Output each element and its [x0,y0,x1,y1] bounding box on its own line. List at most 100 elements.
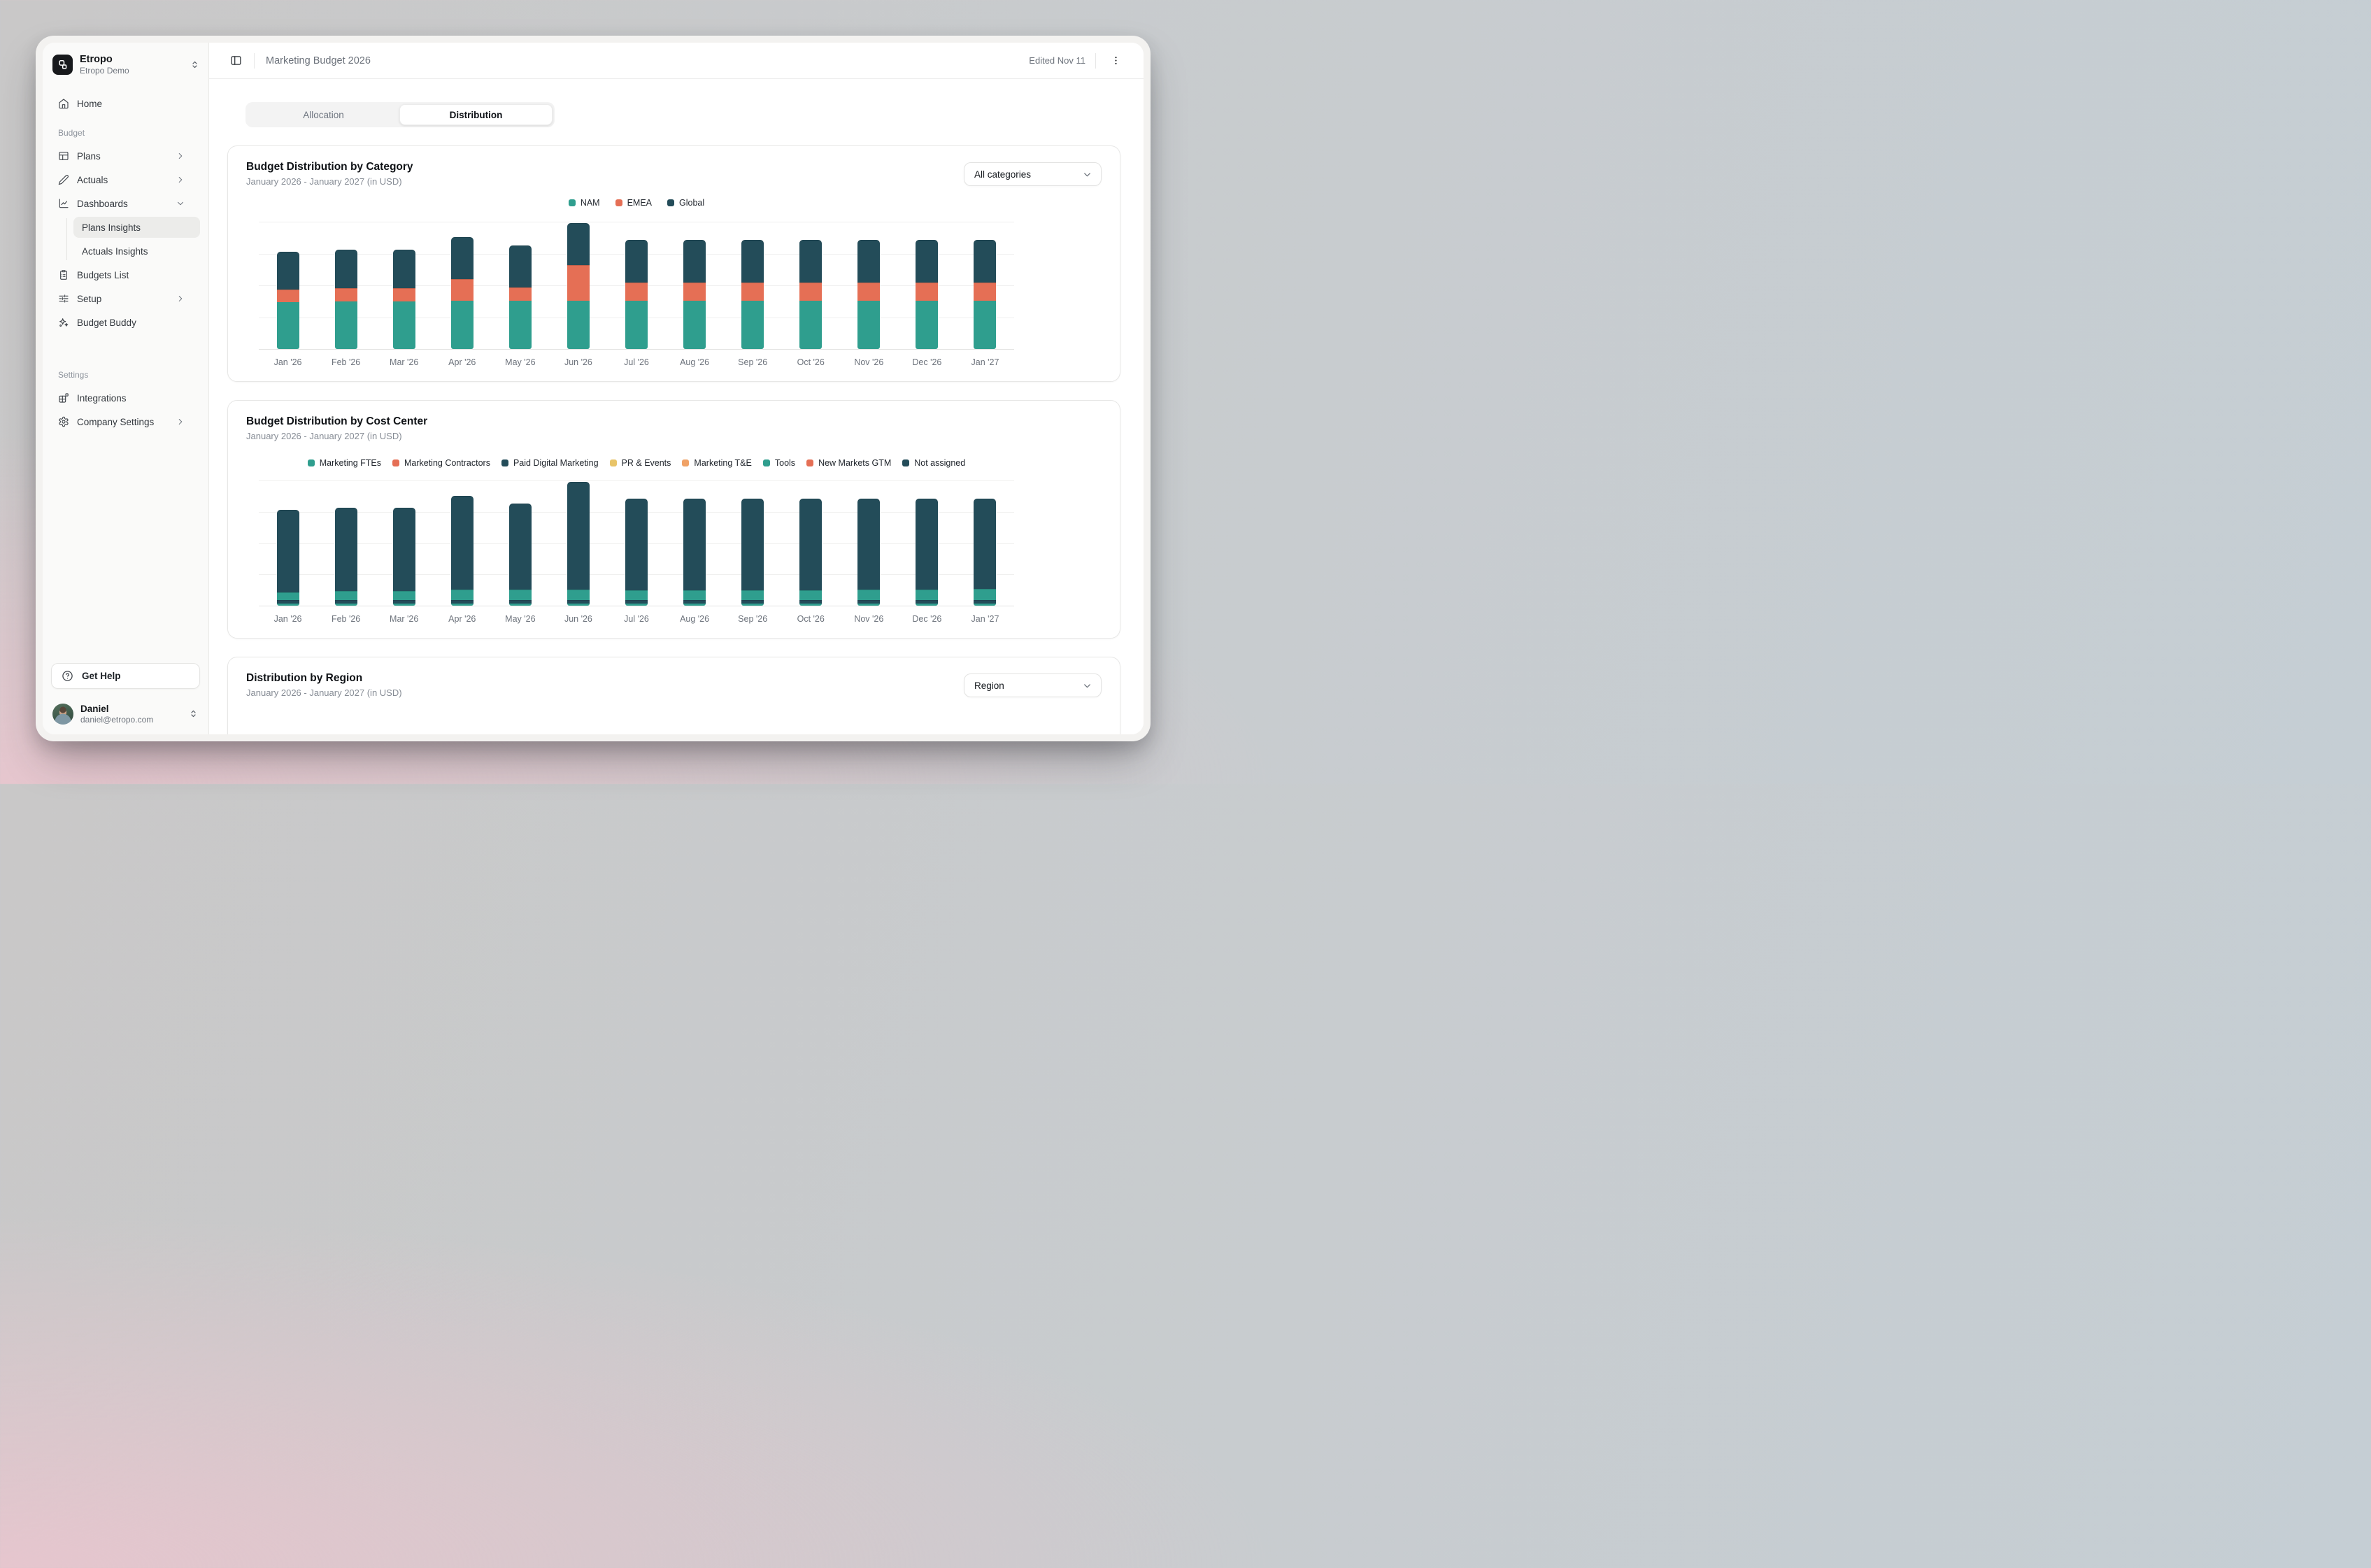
x-axis-tick-label: Feb '26 [331,614,361,624]
region-filter-value: Region [974,680,1004,691]
x-axis-tick-label: Apr '26 [448,357,476,367]
bar-segment-marketing-ftes [334,603,357,606]
x-axis-tick-label: Feb '26 [331,357,361,367]
bar-segment-not-assigned [799,498,823,591]
get-help-label: Get Help [82,671,121,681]
sidebar-item-integrations[interactable]: Integrations [51,387,200,408]
x-axis-labels: Jan '26 Feb '26 Mar '26 Apr '26 May '26 Jun '… [259,357,1014,367]
sidebar-item-label: Plans [77,150,101,162]
sidebar-subtree-dashboards: Plans Insights Actuals Insights [66,217,200,262]
bar-segment-emea [276,290,299,302]
divider [254,52,255,69]
avatar [52,703,73,725]
legend-label: PR & Events [621,458,671,468]
stacked-bar-feb-26 [334,508,357,606]
chevron-right-icon [176,151,185,161]
chevrons-up-down-icon [188,708,199,719]
chevron-down-icon [1082,169,1092,180]
chevron-right-icon [176,294,185,304]
stacked-bar-dec-26 [916,240,939,349]
sidebar-item-setup[interactable]: Setup [51,288,200,309]
org-switcher[interactable]: Etropo Etropo Demo [51,53,200,76]
bar-segment-nam [974,301,997,349]
bar-slot [724,222,782,349]
bar-slot [491,480,549,606]
bar-segment-tools [450,590,474,600]
bar-segment-emea [508,287,532,301]
chart-subtitle: January 2026 - January 2027 (in USD) [246,431,402,441]
org-name: Etropo [80,53,113,65]
sidebar-toggle-button[interactable] [226,51,245,71]
chart-card-category: Budget Distribution by Category January … [227,145,1120,382]
legend-swatch [307,459,315,466]
sidebar-item-budget-buddy[interactable]: Budget Buddy [51,312,200,333]
x-axis-tick-label: Jan '27 [971,614,999,624]
stacked-bar-sep-26 [741,498,764,606]
x-axis-tick-label: Oct '26 [797,357,825,367]
legend-item: NAM [568,198,600,208]
legend-swatch [682,459,690,466]
sidebar-item-company-settings[interactable]: Company Settings [51,411,200,432]
legend-item: Tools [762,458,795,468]
bar-segment-nam [625,301,648,349]
bar-slot [898,222,956,349]
sidebar-subitem-actuals-insights[interactable]: Actuals Insights [73,241,200,262]
document-title: Marketing Budget 2026 [266,55,371,66]
sidebar-item-budgets-list[interactable]: Budgets List [51,264,200,285]
x-axis-tick-label: Jun '26 [564,614,592,624]
kebab-menu-button[interactable] [1106,51,1125,71]
bar-segment-not-assigned [567,481,590,590]
bar-segment-marketing-ftes [392,603,415,606]
bar-segment-global [683,240,706,283]
bar-slot [607,480,665,606]
get-help-button[interactable]: Get Help [51,663,200,689]
x-axis-tick-label: Nov '26 [854,357,884,367]
bar-slot [549,222,607,349]
sidebar-item-home[interactable]: Home [51,93,200,114]
x-axis-tick-label: Oct '26 [797,614,825,624]
bar-segment-global [916,240,939,283]
app-frame: Etropo Etropo Demo Home Budget Plans Actual… [43,43,1144,734]
bar-segment-emea [799,283,823,301]
bar-segment-emea [567,265,590,301]
bar-segment-global [508,245,532,288]
x-axis-tick-label: Mar '26 [390,614,419,624]
x-axis-tick-label: Aug '26 [680,614,710,624]
tab-allocation[interactable]: Allocation [248,104,399,125]
bar-segment-emea [334,287,357,301]
bar-segment-nam [799,301,823,349]
x-axis-tick-label: Jan '26 [273,614,302,624]
bar-slot [840,480,898,606]
bar-segment-global [392,250,415,288]
sidebar-item-plans[interactable]: Plans [51,145,200,166]
category-filter-select[interactable]: All categories [964,162,1102,186]
sidebar-item-actuals[interactable]: Actuals [51,169,200,190]
stacked-bar-mar-26 [392,250,415,349]
x-axis-tick-label: Jul '26 [624,614,649,624]
bar-segment-emea [974,283,997,301]
sidebar-item-label: Actuals [77,174,108,185]
bar-segment-marketing-ftes [916,603,939,606]
pencil-icon [58,174,69,185]
sidebar-item-dashboards[interactable]: Dashboards [51,193,200,214]
tab-distribution[interactable]: Distribution [399,104,553,125]
bar-segment-marketing-ftes [625,603,648,606]
legend-item: Marketing T&E [682,458,752,468]
chevron-right-icon [176,175,185,185]
view-switcher: Allocation Distribution [245,102,555,127]
bar-segment-marketing-ftes [741,603,764,606]
x-axis-tick-label: May '26 [505,357,536,367]
bar-slot [956,222,1014,349]
sidebar-subitem-plans-insights[interactable]: Plans Insights [73,217,200,238]
stacked-bar-chart-category: NAM EMEA Global Jan '26 Feb '26 Mar '26 Apr '2… [259,198,1014,367]
chevrons-up-down-icon [190,59,200,70]
sidebar-item-label: Company Settings [77,416,155,427]
bar-segment-nam [567,301,590,349]
legend-item: Global [667,198,704,208]
user-menu[interactable]: Daniel daniel@etropo.com [52,703,199,725]
legend-label: New Markets GTM [818,458,892,468]
bar-segment-global [799,240,823,283]
region-filter-select[interactable]: Region [964,673,1102,697]
bar-segment-emea [683,283,706,301]
home-icon [58,98,69,109]
